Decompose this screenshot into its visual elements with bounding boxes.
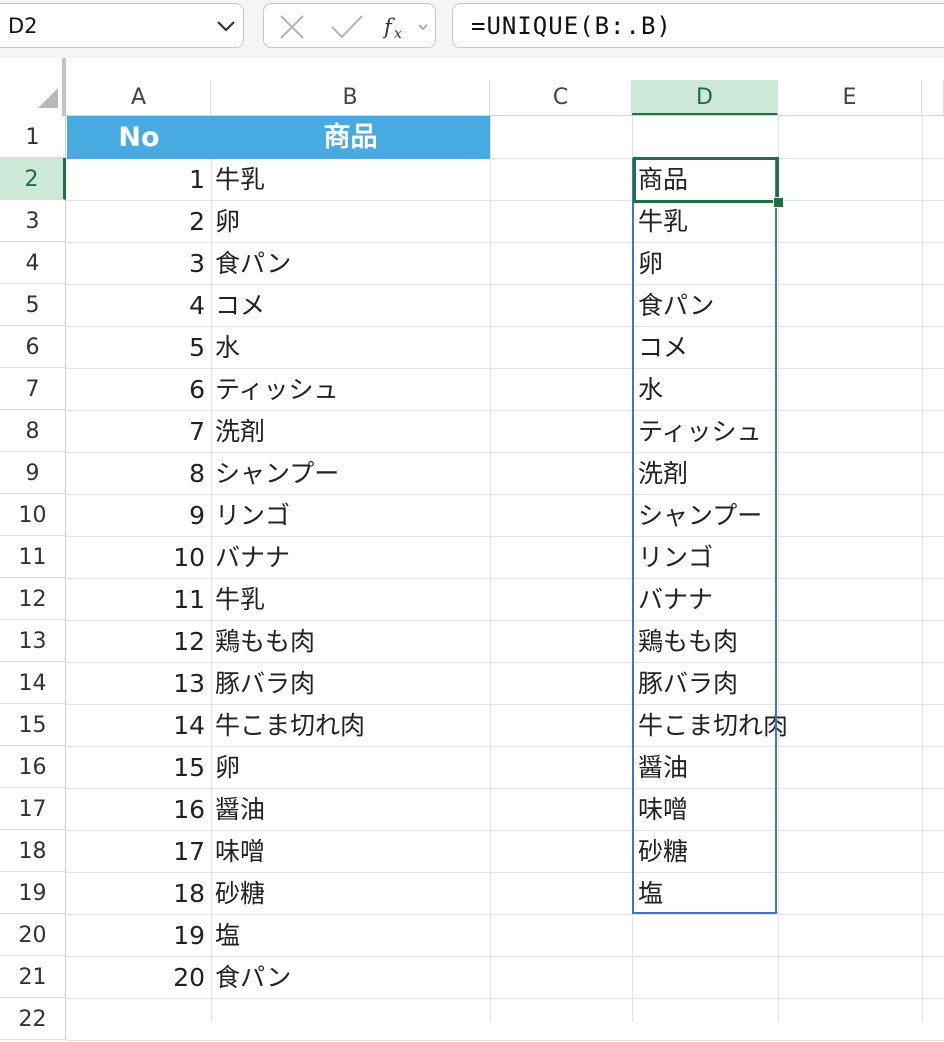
row-header-5[interactable]: 5 [0, 284, 66, 326]
cell-a12[interactable]: 11 [67, 578, 211, 620]
row-header-9[interactable]: 9 [0, 452, 66, 494]
cell-b6[interactable]: 水 [211, 326, 490, 368]
cell-b13[interactable]: 鶏もも肉 [211, 620, 490, 662]
spill-range-border [632, 158, 777, 914]
cell-a4[interactable]: 3 [67, 242, 211, 284]
chevron-down-icon[interactable] [417, 22, 429, 32]
row-header-2[interactable]: 2 [0, 158, 66, 200]
cell-a2[interactable]: 1 [67, 158, 211, 200]
cell-a17[interactable]: 16 [67, 788, 211, 830]
name-box[interactable]: D2 [0, 3, 244, 48]
select-all-corner[interactable] [0, 58, 66, 116]
cell-b14[interactable]: 豚バラ肉 [211, 662, 490, 704]
cell-b16[interactable]: 卵 [211, 746, 490, 788]
column-header-c[interactable]: C [490, 80, 632, 116]
row-header-8[interactable]: 8 [0, 410, 66, 452]
column-header-d[interactable]: D [632, 80, 778, 116]
cell-b2[interactable]: 牛乳 [211, 158, 490, 200]
cancel-x-icon[interactable] [278, 14, 306, 40]
cell-a21[interactable]: 20 [67, 956, 211, 998]
column-header-a[interactable]: A [67, 80, 211, 116]
cell-a20[interactable]: 19 [67, 914, 211, 956]
row-header-21[interactable]: 21 [0, 956, 66, 998]
cell-b10[interactable]: リンゴ [211, 494, 490, 536]
column-header-b[interactable]: B [211, 80, 490, 116]
cell-a6[interactable]: 5 [67, 326, 211, 368]
cell-a10[interactable]: 9 [67, 494, 211, 536]
row-header-3[interactable]: 3 [0, 200, 66, 242]
cell-b20[interactable]: 塩 [211, 914, 490, 956]
row-header-12[interactable]: 12 [0, 578, 66, 620]
cell-b4[interactable]: 食パン [211, 242, 490, 284]
cell-a9[interactable]: 8 [67, 452, 211, 494]
row-header-10[interactable]: 10 [0, 494, 66, 536]
cell-b7[interactable]: ティッシュ [211, 368, 490, 410]
active-cell-d2[interactable] [633, 157, 779, 203]
cell-b9[interactable]: シャンプー [211, 452, 490, 494]
cell-a1[interactable]: No [67, 116, 211, 159]
cell-b8[interactable]: 洗剤 [211, 410, 490, 452]
row-header-14[interactable]: 14 [0, 662, 66, 704]
cell-a5[interactable]: 4 [67, 284, 211, 326]
row-header-15[interactable]: 15 [0, 704, 66, 746]
row-header-18[interactable]: 18 [0, 830, 66, 872]
cell-b19[interactable]: 砂糖 [211, 872, 490, 914]
cell-a18[interactable]: 17 [67, 830, 211, 872]
cell-a16[interactable]: 15 [67, 746, 211, 788]
svg-text:x: x [394, 26, 402, 41]
row-header-7[interactable]: 7 [0, 368, 66, 410]
cell-b3[interactable]: 卵 [211, 200, 490, 242]
cell-a13[interactable]: 12 [67, 620, 211, 662]
column-header-e[interactable]: E [778, 80, 922, 116]
column-header-f-partial[interactable] [922, 80, 944, 116]
cell-a15[interactable]: 14 [67, 704, 211, 746]
formula-text: =UNIQUE(B:.B) [471, 12, 672, 40]
row-header-4[interactable]: 4 [0, 242, 66, 284]
fx-icon[interactable]: f x [382, 13, 412, 41]
cell-b15[interactable]: 牛こま切れ肉 [211, 704, 490, 746]
row-header-20[interactable]: 20 [0, 914, 66, 956]
row-header-22[interactable]: 22 [0, 998, 66, 1040]
cell-b18[interactable]: 味噌 [211, 830, 490, 872]
row-header-19[interactable]: 19 [0, 872, 66, 914]
row-header-16[interactable]: 16 [0, 746, 66, 788]
row-header-17[interactable]: 17 [0, 788, 66, 830]
cell-b21[interactable]: 食パン [211, 956, 490, 998]
cell-b5[interactable]: コメ [211, 284, 490, 326]
row-header-13[interactable]: 13 [0, 620, 66, 662]
cell-b1[interactable]: 商品 [211, 116, 490, 159]
cell-a11[interactable]: 10 [67, 536, 211, 578]
formula-bar: D2 f x =UNIQUE(B:.B) [0, 0, 944, 58]
cell-b17[interactable]: 醤油 [211, 788, 490, 830]
chevron-down-icon[interactable] [215, 17, 237, 35]
cell-a14[interactable]: 13 [67, 662, 211, 704]
cell-a7[interactable]: 6 [67, 368, 211, 410]
confirm-check-icon[interactable] [330, 14, 364, 40]
row-header-1[interactable]: 1 [0, 116, 66, 158]
fill-handle[interactable] [773, 197, 784, 208]
formula-actions: f x [263, 3, 436, 48]
cell-a19[interactable]: 18 [67, 872, 211, 914]
formula-input[interactable]: =UNIQUE(B:.B) [452, 3, 944, 48]
name-box-value: D2 [8, 14, 38, 38]
cell-b11[interactable]: バナナ [211, 536, 490, 578]
cell-a3[interactable]: 2 [67, 200, 211, 242]
cell-a8[interactable]: 7 [67, 410, 211, 452]
row-header-11[interactable]: 11 [0, 536, 66, 578]
select-all-triangle-icon [38, 88, 58, 108]
row-header-6[interactable]: 6 [0, 326, 66, 368]
cell-b12[interactable]: 牛乳 [211, 578, 490, 620]
